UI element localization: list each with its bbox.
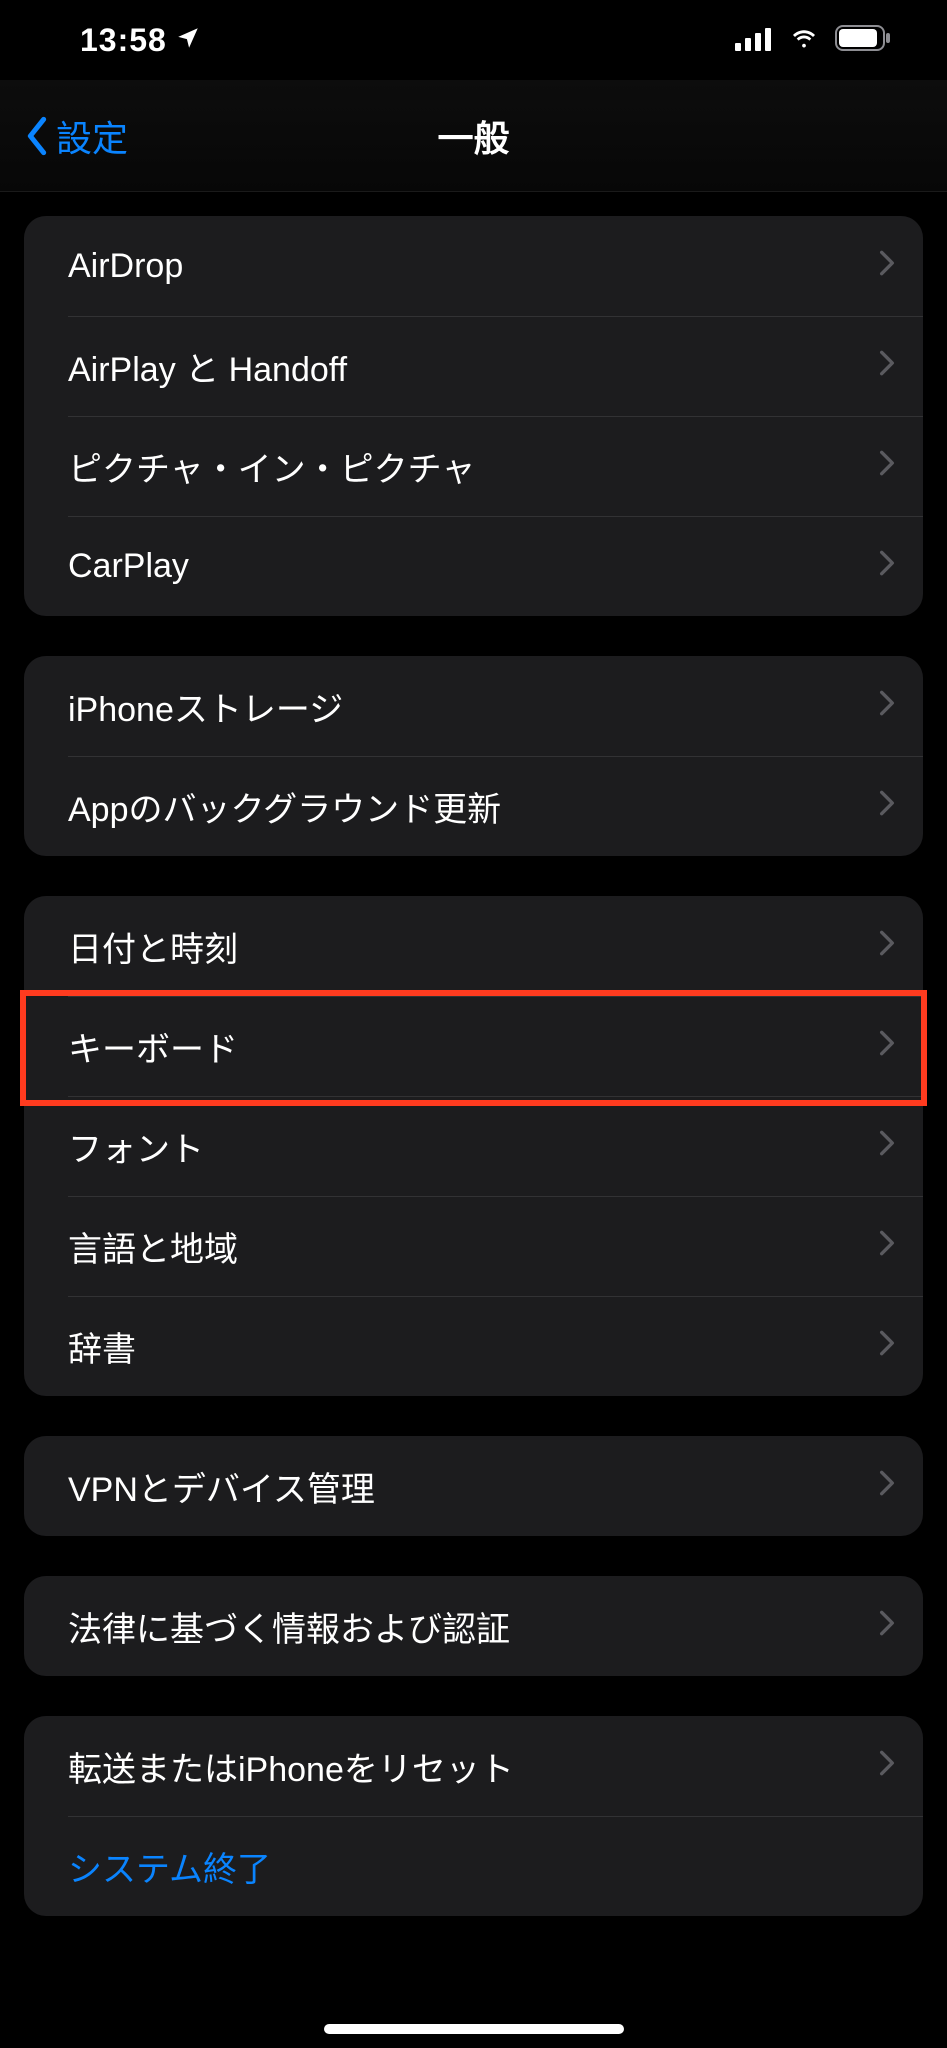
row-language[interactable]: 言語と地域 <box>24 1196 923 1296</box>
row-dict[interactable]: 辞書 <box>24 1296 923 1396</box>
nav-bar: 設定 一般 <box>0 80 947 192</box>
row-pip[interactable]: ピクチャ・イン・ピクチャ <box>24 416 923 516</box>
chevron-right-icon <box>879 447 895 486</box>
row-label: AirDrop <box>68 247 879 286</box>
chevron-left-icon <box>24 116 50 156</box>
location-icon <box>175 22 201 59</box>
row-label: ピクチャ・イン・ピクチャ <box>68 442 879 491</box>
row-bgrefresh[interactable]: Appのバックグラウンド更新 <box>24 756 923 856</box>
row-carplay[interactable]: CarPlay <box>24 516 923 616</box>
row-label: iPhoneストレージ <box>68 682 879 731</box>
content: AirDrop AirPlay と Handoff ピクチャ・イン・ピクチャ CarP… <box>0 216 947 1916</box>
row-label: 転送またはiPhoneをリセット <box>68 1742 879 1791</box>
row-datetime[interactable]: 日付と時刻 <box>24 896 923 996</box>
chevron-right-icon <box>879 1747 895 1786</box>
row-label: フォント <box>68 1122 879 1171</box>
group-input: 日付と時刻キーボードフォント言語と地域辞書 <box>24 896 923 1396</box>
chevron-right-icon <box>879 1467 895 1506</box>
group-storage: iPhoneストレージ Appのバックグラウンド更新 <box>24 656 923 856</box>
chevron-right-icon <box>879 1127 895 1166</box>
chevron-right-icon <box>879 1027 895 1066</box>
chevron-right-icon <box>879 547 895 586</box>
row-legal[interactable]: 法律に基づく情報および認証 <box>24 1576 923 1676</box>
group-vpn: VPNとデバイス管理 <box>24 1436 923 1536</box>
chevron-right-icon <box>879 1607 895 1646</box>
home-indicator[interactable] <box>324 2024 624 2034</box>
row-label: 日付と時刻 <box>68 922 879 971</box>
chevron-right-icon <box>879 347 895 386</box>
row-label: システム終了 <box>68 1842 895 1891</box>
row-label: CarPlay <box>68 547 879 586</box>
status-time: 13:58 <box>80 22 167 59</box>
status-left: 13:58 <box>80 22 201 59</box>
row-airplay[interactable]: AirPlay と Handoff <box>24 316 923 416</box>
row-label: 言語と地域 <box>68 1222 879 1271</box>
row-label: キーボード <box>68 1022 879 1071</box>
back-label: 設定 <box>56 110 128 162</box>
row-storage[interactable]: iPhoneストレージ <box>24 656 923 756</box>
row-transfer[interactable]: 転送またはiPhoneをリセット <box>24 1716 923 1816</box>
row-font[interactable]: フォント <box>24 1096 923 1196</box>
wifi-icon <box>787 22 821 59</box>
chevron-right-icon <box>879 927 895 966</box>
chevron-right-icon <box>879 1327 895 1366</box>
row-label: VPNとデバイス管理 <box>68 1462 879 1511</box>
back-button[interactable]: 設定 <box>24 110 128 162</box>
page-title: 一般 <box>437 110 509 162</box>
row-label: 辞書 <box>68 1322 879 1371</box>
row-vpn[interactable]: VPNとデバイス管理 <box>24 1436 923 1536</box>
cellular-icon <box>735 22 773 59</box>
chevron-right-icon <box>879 1227 895 1266</box>
chevron-right-icon <box>879 687 895 726</box>
battery-icon <box>835 22 891 59</box>
row-keyboard[interactable]: キーボード <box>24 996 923 1096</box>
status-right <box>735 22 891 59</box>
chevron-right-icon <box>879 247 895 286</box>
row-shutdown[interactable]: システム終了 <box>24 1816 923 1916</box>
row-label: AirPlay と Handoff <box>68 342 879 391</box>
row-label: Appのバックグラウンド更新 <box>68 782 879 831</box>
status-bar: 13:58 <box>0 0 947 80</box>
chevron-right-icon <box>879 787 895 826</box>
group-legal: 法律に基づく情報および認証 <box>24 1576 923 1676</box>
group-airplay: AirDrop AirPlay と Handoff ピクチャ・イン・ピクチャ CarP… <box>24 216 923 616</box>
row-label: 法律に基づく情報および認証 <box>68 1602 879 1651</box>
row-airdrop[interactable]: AirDrop <box>24 216 923 316</box>
group-reset: 転送またはiPhoneをリセットシステム終了 <box>24 1716 923 1916</box>
